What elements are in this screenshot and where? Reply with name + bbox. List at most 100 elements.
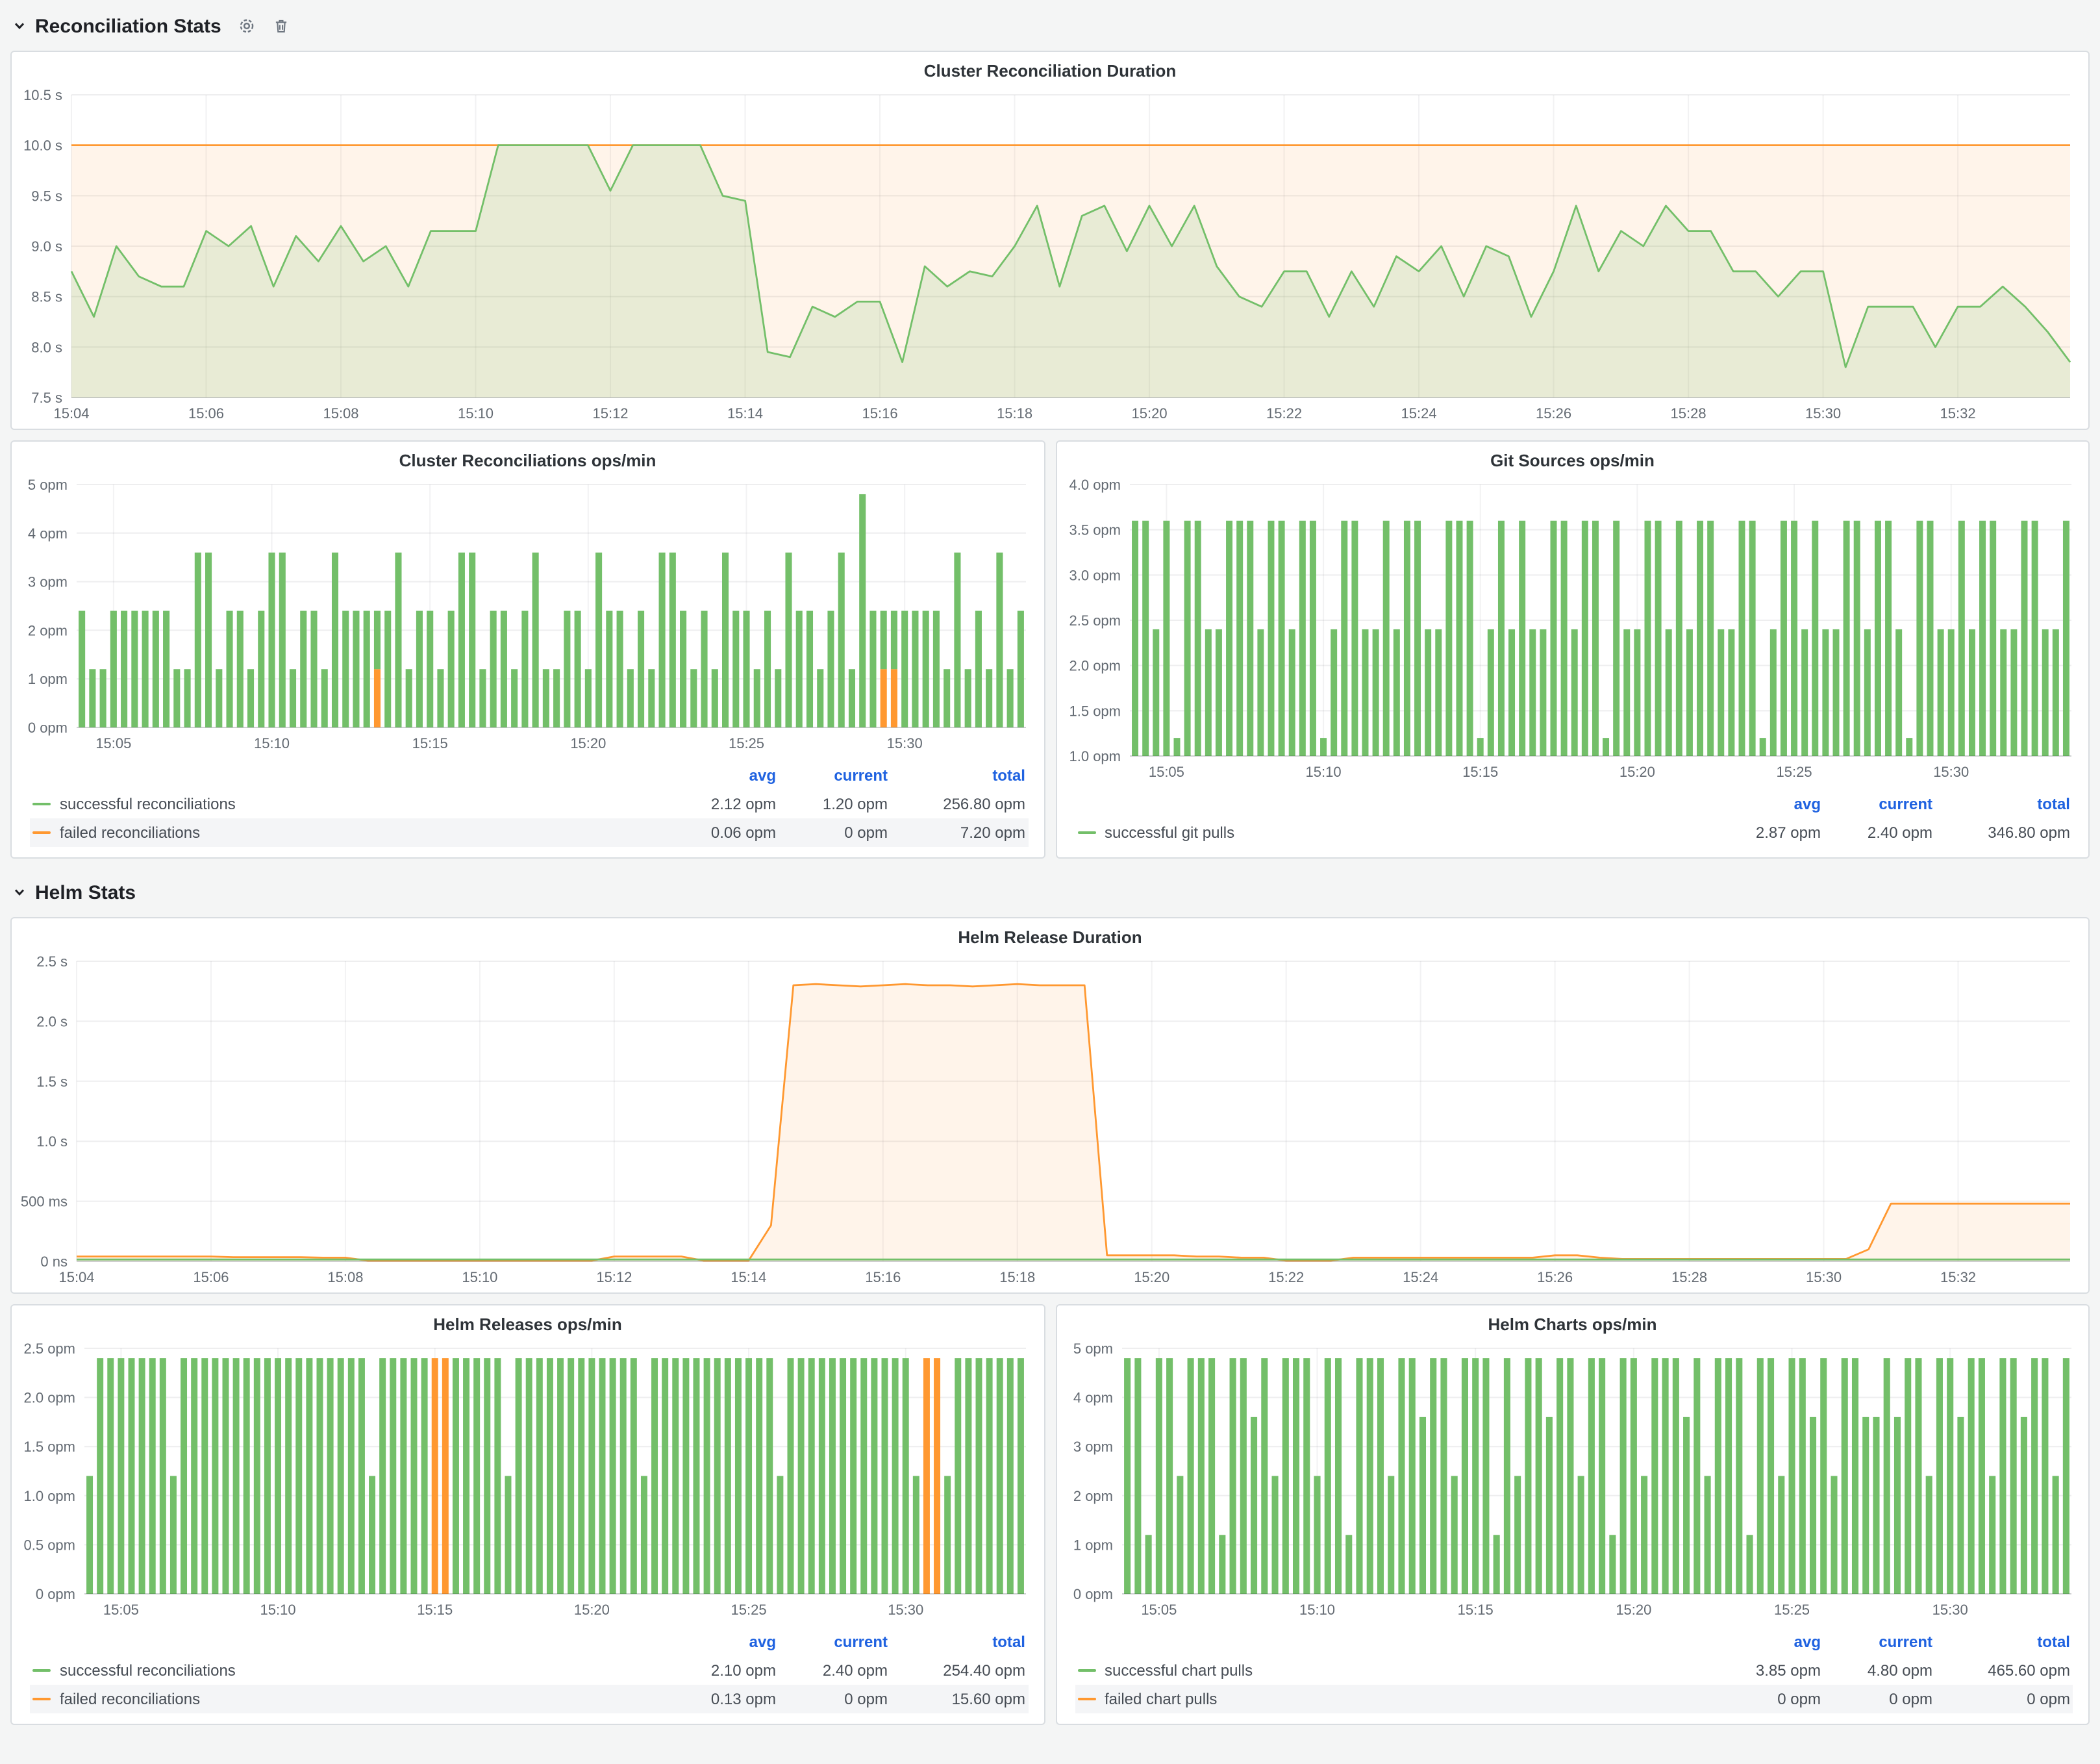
legend-col-current[interactable]: current <box>1821 1633 1932 1651</box>
svg-text:1.0 opm: 1.0 opm <box>24 1488 76 1504</box>
svg-text:15:10: 15:10 <box>458 405 494 422</box>
svg-text:15:15: 15:15 <box>412 735 448 751</box>
svg-text:15:16: 15:16 <box>862 405 898 422</box>
legend-col-total[interactable]: total <box>1932 795 2070 813</box>
svg-text:3.5 opm: 3.5 opm <box>1069 522 1121 538</box>
svg-text:15:15: 15:15 <box>417 1602 453 1618</box>
legend-row-successful-chart-pulls: successful chart pulls 3.85 opm 4.80 opm… <box>1075 1656 2073 1685</box>
svg-text:1.5 opm: 1.5 opm <box>24 1439 76 1455</box>
svg-text:1.0 opm: 1.0 opm <box>1069 748 1121 764</box>
svg-text:0 opm: 0 opm <box>1073 1586 1112 1602</box>
legend-col-total[interactable]: total <box>888 1633 1025 1651</box>
chart-git-sources-ops[interactable]: 15:0515:1015:1515:2015:2515:301.0 opm1.5… <box>1056 472 2088 787</box>
chevron-down-icon <box>13 19 26 32</box>
legend-series-toggle[interactable]: successful git pulls <box>1077 824 1709 842</box>
chart-helm-release-duration[interactable]: 15:0415:0615:0815:1015:1215:1415:1615:18… <box>12 948 2088 1292</box>
legend-col-avg[interactable]: avg <box>664 766 776 785</box>
legend-current-value: 2.40 opm <box>1821 824 1932 842</box>
svg-text:2.5 opm: 2.5 opm <box>1069 612 1121 629</box>
svg-text:15:14: 15:14 <box>727 405 763 422</box>
svg-text:8.5 s: 8.5 s <box>31 289 62 305</box>
svg-text:15:18: 15:18 <box>997 405 1032 422</box>
legend-col-avg[interactable]: avg <box>664 1633 776 1651</box>
chart-helm-releases-ops[interactable]: 15:0515:1015:1515:2015:2515:300 opm0.5 o… <box>12 1335 1044 1625</box>
legend-total-value: 15.60 opm <box>888 1690 1025 1708</box>
svg-text:1.5 opm: 1.5 opm <box>1069 703 1121 719</box>
panel-helm-charts-ops: Helm Charts ops/min 15:0515:1015:1515:20… <box>1055 1304 2090 1725</box>
panel-title-helm-release-duration[interactable]: Helm Release Duration <box>12 918 2088 948</box>
panel-helm-release-duration: Helm Release Duration 15:0415:0615:0815:… <box>10 917 2090 1294</box>
svg-text:15:25: 15:25 <box>1773 1602 1809 1618</box>
panel-title-git-sources-ops[interactable]: Git Sources ops/min <box>1056 442 2088 472</box>
legend-col-avg[interactable]: avg <box>1709 1633 1821 1651</box>
panel-title-helm-releases-ops[interactable]: Helm Releases ops/min <box>12 1305 1044 1335</box>
svg-text:15:08: 15:08 <box>327 1269 363 1285</box>
svg-text:15:22: 15:22 <box>1266 405 1302 422</box>
section-header-reconciliation-stats[interactable]: Reconciliation Stats <box>13 10 2090 42</box>
svg-text:15:28: 15:28 <box>1671 405 1706 422</box>
svg-text:15:20: 15:20 <box>1619 764 1655 780</box>
legend-series-toggle[interactable]: failed chart pulls <box>1077 1690 1709 1708</box>
svg-text:15:05: 15:05 <box>1148 764 1184 780</box>
legend-row-failed-chart-pulls: failed chart pulls 0 opm 0 opm 0 opm <box>1075 1685 2073 1713</box>
legend-col-total[interactable]: total <box>888 766 1025 785</box>
svg-text:2.0 opm: 2.0 opm <box>1069 658 1121 674</box>
series-color-icon <box>1077 831 1095 834</box>
svg-text:15:05: 15:05 <box>103 1602 139 1618</box>
svg-text:5 opm: 5 opm <box>28 477 68 493</box>
legend-row-failed-reconciliations: failed reconciliations 0.06 opm 0 opm 7.… <box>30 818 1028 847</box>
legend-current-value: 0 opm <box>776 824 888 842</box>
panel-title-cluster-reconciliations-ops[interactable]: Cluster Reconciliations ops/min <box>12 442 1044 472</box>
section-title: Helm Stats <box>35 881 136 903</box>
legend-series-toggle[interactable]: failed reconciliations <box>32 824 664 842</box>
legend-series-label: successful reconciliations <box>60 1661 236 1680</box>
legend-git-sources: avg current total successful git pulls 2… <box>1056 787 2088 857</box>
svg-text:15:15: 15:15 <box>1457 1602 1493 1618</box>
svg-text:3 opm: 3 opm <box>1073 1439 1112 1455</box>
chart-cluster-reconciliations-ops[interactable]: 15:0515:1015:1515:2015:2515:300 opm1 opm… <box>12 472 1044 759</box>
svg-text:15:32: 15:32 <box>1940 1269 1976 1285</box>
svg-text:1.0 s: 1.0 s <box>36 1133 68 1150</box>
svg-text:2.5 opm: 2.5 opm <box>24 1341 76 1357</box>
legend-col-current[interactable]: current <box>776 1633 888 1651</box>
series-color-icon <box>32 831 51 834</box>
svg-text:3.0 opm: 3.0 opm <box>1069 567 1121 583</box>
panel-title-helm-charts-ops[interactable]: Helm Charts ops/min <box>1056 1305 2088 1335</box>
legend-col-current[interactable]: current <box>776 766 888 785</box>
legend-current-value: 1.20 opm <box>776 795 888 813</box>
panel-title-cluster-reconciliation-duration[interactable]: Cluster Reconciliation Duration <box>12 52 2088 82</box>
trash-icon[interactable] <box>273 17 290 35</box>
legend-col-current[interactable]: current <box>1821 795 1932 813</box>
series-color-icon <box>32 1669 51 1672</box>
svg-text:15:06: 15:06 <box>193 1269 229 1285</box>
legend-col-total[interactable]: total <box>1932 1633 2070 1651</box>
legend-series-toggle[interactable]: successful reconciliations <box>32 795 664 813</box>
svg-text:15:10: 15:10 <box>1299 1602 1334 1618</box>
svg-text:15:05: 15:05 <box>95 735 131 751</box>
svg-text:15:15: 15:15 <box>1462 764 1497 780</box>
svg-text:15:06: 15:06 <box>188 405 224 422</box>
section-header-helm-stats[interactable]: Helm Stats <box>13 877 2090 908</box>
legend-total-value: 346.80 opm <box>1932 824 2070 842</box>
svg-text:15:10: 15:10 <box>260 1602 296 1618</box>
svg-text:5 opm: 5 opm <box>1073 1341 1112 1357</box>
svg-text:15:25: 15:25 <box>729 735 764 751</box>
legend-current-value: 2.40 opm <box>776 1661 888 1680</box>
svg-text:15:30: 15:30 <box>1805 405 1841 422</box>
legend-col-avg[interactable]: avg <box>1709 795 1821 813</box>
legend-series-toggle[interactable]: successful reconciliations <box>32 1661 664 1680</box>
panel-helm-releases-ops: Helm Releases ops/min 15:05 15:10 15:15 15:… <box>10 1304 1045 1725</box>
legend-avg-value: 2.12 opm <box>664 795 776 813</box>
series-color-icon <box>1077 1698 1095 1700</box>
legend-series-label: failed reconciliations <box>60 1690 200 1708</box>
legend-total-value: 256.80 opm <box>888 795 1025 813</box>
chart-helm-charts-ops[interactable]: 15:0515:1015:1515:2015:2515:300 opm1 opm… <box>1056 1335 2088 1625</box>
legend-current-value: 0 opm <box>1821 1690 1932 1708</box>
svg-text:15:25: 15:25 <box>731 1602 767 1618</box>
legend-series-toggle[interactable]: successful chart pulls <box>1077 1661 1709 1680</box>
legend-current-value: 0 opm <box>776 1690 888 1708</box>
gear-icon[interactable] <box>238 17 256 35</box>
svg-text:15:20: 15:20 <box>574 1602 610 1618</box>
legend-series-toggle[interactable]: failed reconciliations <box>32 1690 664 1708</box>
chart-cluster-reconciliation-duration[interactable]: 15:0415:0615:0815:1015:1215:1415:1615:18… <box>12 82 2088 429</box>
